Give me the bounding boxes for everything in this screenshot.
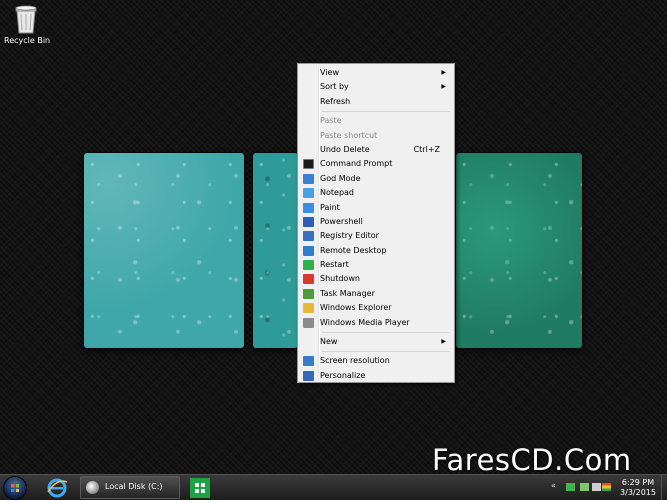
menu-item-label: Shutdown bbox=[320, 274, 360, 284]
menu-item-windows-media-player[interactable]: Windows Media Player bbox=[300, 316, 452, 330]
drive-icon bbox=[86, 481, 99, 494]
menu-item-label: Windows Explorer bbox=[320, 303, 392, 313]
submenu-arrow-icon: ▶ bbox=[441, 338, 446, 346]
windows-explorer-icon bbox=[303, 303, 314, 314]
menu-item-label: New bbox=[320, 337, 338, 347]
menu-item-label: Windows Media Player bbox=[320, 317, 410, 327]
command-prompt-icon bbox=[303, 159, 314, 170]
network-icon[interactable] bbox=[580, 483, 589, 491]
show-desktop-button[interactable] bbox=[661, 475, 667, 500]
flag-icon[interactable] bbox=[566, 483, 575, 491]
submenu-arrow-icon: ▶ bbox=[441, 83, 446, 91]
menu-item-label: Paste shortcut bbox=[320, 130, 378, 140]
menu-item-label: Restart bbox=[320, 260, 349, 270]
menu-item-new[interactable]: New ▶ bbox=[300, 335, 452, 349]
menu-item-label: View bbox=[320, 68, 339, 77]
internet-explorer-icon bbox=[47, 478, 68, 498]
desktop-icon-recycle-bin[interactable]: Recycle Bin bbox=[4, 3, 51, 45]
menu-item-label: Task Manager bbox=[320, 288, 375, 298]
desktop-icon-label: Recycle Bin bbox=[4, 36, 51, 45]
task-manager-icon bbox=[303, 288, 314, 299]
menu-item-command-prompt[interactable]: Command Prompt bbox=[300, 157, 452, 171]
menu-item-label: Remote Desktop bbox=[320, 245, 387, 255]
menu-item-label: Notepad bbox=[320, 188, 354, 198]
menu-item-label: Registry Editor bbox=[320, 231, 379, 241]
menu-item-label: Refresh bbox=[320, 96, 351, 106]
taskbar-local-disk[interactable]: Local Disk (C:) bbox=[80, 476, 180, 499]
recycle-bin-icon bbox=[15, 5, 37, 34]
submenu-arrow-icon: ▶ bbox=[441, 69, 446, 76]
menu-item-label: God Mode bbox=[320, 173, 361, 183]
restart-icon bbox=[303, 260, 314, 271]
registry-editor-icon bbox=[303, 231, 314, 242]
taskbar: Local Disk (C:) « 6:29 PM 3/3/2015 bbox=[0, 474, 667, 500]
menu-item-god-mode[interactable]: God Mode bbox=[300, 172, 452, 186]
volume-icon[interactable] bbox=[592, 483, 601, 491]
menu-item-shutdown[interactable]: Shutdown bbox=[300, 272, 452, 286]
menu-item-undo-delete[interactable]: Undo Delete Ctrl+Z bbox=[300, 143, 452, 157]
start-orb-icon[interactable] bbox=[4, 477, 26, 499]
menu-item-paste: Paste bbox=[300, 114, 452, 128]
menu-item-task-manager[interactable]: Task Manager bbox=[300, 287, 452, 301]
shutdown-icon bbox=[303, 274, 314, 285]
menu-item-remote-desktop[interactable]: Remote Desktop bbox=[300, 244, 452, 258]
menu-item-restart[interactable]: Restart bbox=[300, 258, 452, 272]
notepad-icon bbox=[303, 188, 314, 199]
menu-item-registry-editor[interactable]: Registry Editor bbox=[300, 229, 452, 243]
menu-item-windows-explorer[interactable]: Windows Explorer bbox=[300, 301, 452, 315]
menu-item-powershell[interactable]: Powershell bbox=[300, 215, 452, 229]
tray-overflow-chevron[interactable]: « bbox=[551, 481, 556, 490]
desktop[interactable]: Recycle Bin FaresCD.Com View ▶ Sort by ▶… bbox=[0, 0, 667, 474]
clock-date: 3/3/2015 bbox=[620, 488, 656, 497]
menu-item-paste-shortcut: Paste shortcut bbox=[300, 129, 452, 143]
menu-item-label: Command Prompt bbox=[320, 159, 393, 169]
personalize-icon bbox=[303, 370, 314, 381]
paint-icon bbox=[303, 202, 314, 213]
taskbar-internet-explorer[interactable] bbox=[44, 476, 70, 499]
menu-item-screen-resolution[interactable]: Screen resolution bbox=[300, 354, 452, 368]
menu-item-view[interactable]: View ▶ bbox=[300, 66, 452, 80]
wallpaper-panel-center bbox=[253, 153, 298, 348]
screen-resolution-icon bbox=[303, 356, 314, 367]
battery-icon[interactable] bbox=[602, 483, 611, 491]
god-mode-icon bbox=[303, 173, 314, 184]
menu-item-personalize[interactable]: Personalize bbox=[300, 369, 452, 383]
menu-item-label: Powershell bbox=[320, 216, 363, 226]
windows-media-player-icon bbox=[303, 317, 314, 328]
wallpaper-panel-right bbox=[456, 153, 582, 348]
wallpaper-panel-left bbox=[84, 153, 244, 348]
watermark-text: FaresCD.Com bbox=[432, 443, 632, 474]
powershell-icon bbox=[303, 216, 314, 227]
menu-item-label: Screen resolution bbox=[320, 356, 390, 366]
clock-time: 6:29 PM bbox=[621, 478, 655, 487]
menu-item-label: Personalize bbox=[320, 370, 366, 380]
desktop-context-menu: View ▶ Sort by ▶ Refresh Paste Paste sho… bbox=[297, 63, 455, 383]
menu-item-label: Paint bbox=[320, 202, 340, 212]
menu-item-paint[interactable]: Paint bbox=[300, 201, 452, 215]
menu-item-notepad[interactable]: Notepad bbox=[300, 186, 452, 200]
menu-item-sort-by[interactable]: Sort by ▶ bbox=[300, 80, 452, 94]
remote-desktop-icon bbox=[303, 245, 314, 256]
taskbar-store[interactable] bbox=[190, 478, 210, 498]
menu-item-shortcut: Ctrl+Z bbox=[413, 144, 440, 154]
menu-item-label: Undo Delete bbox=[320, 144, 370, 154]
taskbar-clock[interactable]: 6:29 PM 3/3/2015 bbox=[616, 478, 660, 498]
menu-item-refresh[interactable]: Refresh bbox=[300, 95, 452, 109]
menu-item-label: Paste bbox=[320, 116, 342, 126]
taskbar-button-label: Local Disk (C:) bbox=[105, 482, 163, 491]
menu-item-label: Sort by bbox=[320, 82, 349, 92]
